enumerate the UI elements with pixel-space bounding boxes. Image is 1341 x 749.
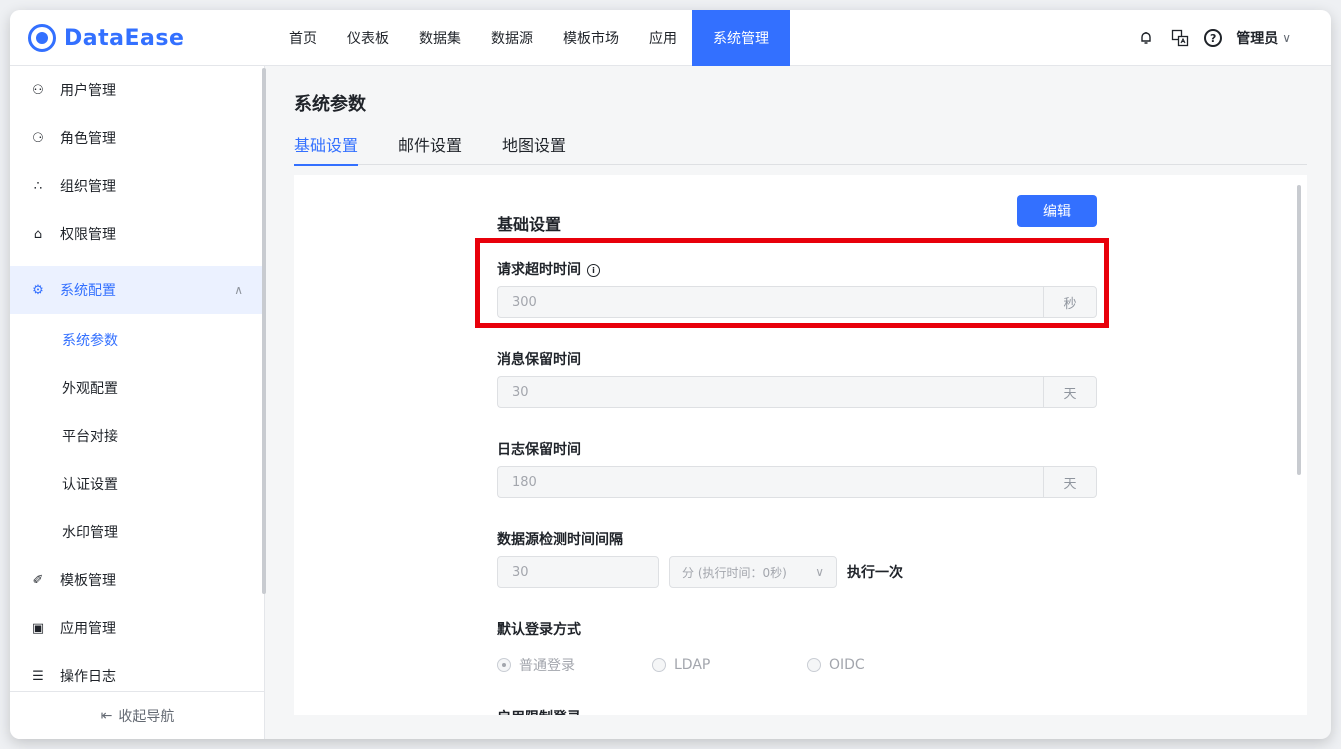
app-window: DataEase 首页 仪表板 数据集 数据源 模板市场 应用 系统管理 ? 管… [10,10,1331,739]
sidebar-item-apps[interactable]: ▣ 应用管理 [10,604,265,652]
ds-check-unit-select[interactable]: 分 (执行时间：0秒) ∨ [669,556,837,588]
request-timeout-field: 秒 [497,286,1097,318]
request-timeout-unit: 秒 [1043,286,1097,318]
sidebar-item-label: 权限管理 [60,227,116,243]
bell-icon[interactable] [1136,28,1156,48]
sidebar-item-label: 模板管理 [60,573,116,589]
radio-normal-login[interactable]: 普通登录 [497,655,652,675]
nav-datasource[interactable]: 数据源 [476,10,548,66]
nav-application[interactable]: 应用 [634,10,692,66]
section-title: 基础设置 [497,215,562,234]
nav-template-market[interactable]: 模板市场 [548,10,634,66]
radio-oidc[interactable]: OIDC [807,655,865,675]
login-method-label: 默认登录方式 [497,622,581,638]
user-name: 管理员 [1236,31,1279,47]
radio-label: LDAP [674,657,711,673]
sidebar-scrollbar[interactable] [262,68,266,594]
nav-system-management[interactable]: 系统管理 [692,10,790,66]
top-header: DataEase 首页 仪表板 数据集 数据源 模板市场 应用 系统管理 ? 管… [10,10,1331,66]
nav-home[interactable]: 首页 [274,10,332,66]
sidebar: ⚇ 用户管理 ⚆ 角色管理 ∴ 组织管理 ⌂ 权限管理 ⚙ 系统配置 ∧ 系统参… [10,66,266,739]
info-icon[interactable]: i [587,263,600,277]
chevron-down-icon: ∨ [815,565,824,579]
login-method-radios: 普通登录 LDAP OIDC [497,655,865,675]
sidebar-item-org[interactable]: ∴ 组织管理 [10,162,265,210]
request-timeout-input[interactable] [497,286,1043,318]
edit-button[interactable]: 编辑 [1017,195,1097,227]
sidebar-item-label: 组织管理 [60,179,116,195]
page-title: 系统参数 [294,94,366,115]
ds-check-suffix: 执行一次 [847,565,903,581]
users-icon: ⚇ [32,82,44,98]
sidebar-item-roles[interactable]: ⚆ 角色管理 [10,114,265,162]
sidebar-item-label: 角色管理 [60,131,116,147]
radio-dot [497,658,511,672]
nav-dashboard[interactable]: 仪表板 [332,10,404,66]
help-icon[interactable]: ? [1204,29,1223,47]
message-retention-label: 消息保留时间 [497,352,581,368]
settings-tabs: 基础设置 邮件设置 地图设置 [294,132,1307,166]
radio-label: 普通登录 [519,658,575,674]
radio-ldap[interactable]: LDAP [652,655,807,675]
collapse-nav-button[interactable]: ⇤ 收起导航 [10,691,265,739]
sidebar-sub-watermark[interactable]: 水印管理 [10,508,265,556]
message-retention-unit: 天 [1043,376,1097,408]
collapse-nav-label: 收起导航 [118,708,175,725]
sidebar-item-permissions[interactable]: ⌂ 权限管理 [10,210,265,258]
message-retention-field: 天 [497,376,1097,408]
request-timeout-label-text: 请求超时时间 [497,262,581,278]
ds-check-label: 数据源检测时间间隔 [497,532,623,548]
sidebar-item-label: 应用管理 [60,621,116,637]
radio-dot [652,658,666,672]
sidebar-sub-system-params[interactable]: 系统参数 [10,316,265,364]
log-icon: ☰ [32,668,44,684]
top-nav: 首页 仪表板 数据集 数据源 模板市场 应用 系统管理 [274,10,790,66]
template-icon: ✐ [32,572,44,588]
limit-login-label: 启用限制登录 [497,707,581,715]
panel-scrollbar[interactable] [1297,185,1301,475]
lock-icon: ⌂ [33,226,43,242]
tab-basic[interactable]: 基础设置 [294,132,359,166]
tab-map[interactable]: 地图设置 [502,132,566,165]
sidebar-sub-platform[interactable]: 平台对接 [10,412,265,460]
chevron-down-icon: ∨ [1282,31,1291,45]
collapse-arrow-icon: ⇤ [100,707,113,724]
header-tools: ? 管理员 ∨ [1136,10,1291,66]
sidebar-item-users[interactable]: ⚇ 用户管理 [10,66,265,114]
logo-text: DataEase [64,25,185,51]
user-menu[interactable]: 管理员 ∨ [1236,28,1291,48]
logo[interactable]: DataEase [28,20,184,56]
role-icon: ⚆ [32,130,44,146]
ds-check-row: 分 (执行时间：0秒) ∨ 执行一次 [497,556,903,588]
log-retention-input[interactable] [497,466,1043,498]
log-retention-unit: 天 [1043,466,1097,498]
nav-dataset[interactable]: 数据集 [404,10,476,66]
translate-icon[interactable] [1170,28,1190,48]
settings-panel: 基础设置 编辑 请求超时时间 i 秒 消息保留时间 天 日志保留时间 天 数据源检… [294,175,1307,715]
log-retention-field: 天 [497,466,1097,498]
ds-check-input[interactable] [497,556,659,588]
app-icon: ▣ [31,620,45,636]
dataease-logo-icon [28,24,56,52]
request-timeout-label: 请求超时时间 i [497,259,600,279]
sidebar-sub-auth[interactable]: 认证设置 [10,460,265,508]
sidebar-item-label: 系统配置 [60,283,116,299]
sidebar-sub-appearance[interactable]: 外观配置 [10,364,265,412]
tab-email[interactable]: 邮件设置 [398,132,462,165]
radio-dot [807,658,821,672]
chevron-up-icon[interactable]: ∧ [234,283,243,297]
settings-icon: ⚙ [32,282,44,298]
log-retention-label: 日志保留时间 [497,442,581,458]
ds-check-unit-value: 分 (执行时间：0秒) [682,565,787,580]
radio-label: OIDC [829,657,865,673]
org-icon: ∴ [33,178,43,194]
sidebar-item-templates[interactable]: ✐ 模板管理 [10,556,265,604]
sidebar-item-label: 操作日志 [60,669,116,685]
message-retention-input[interactable] [497,376,1043,408]
sidebar-item-label: 用户管理 [60,83,116,99]
sidebar-item-system-config[interactable]: ⚙ 系统配置 ∧ [10,266,265,314]
